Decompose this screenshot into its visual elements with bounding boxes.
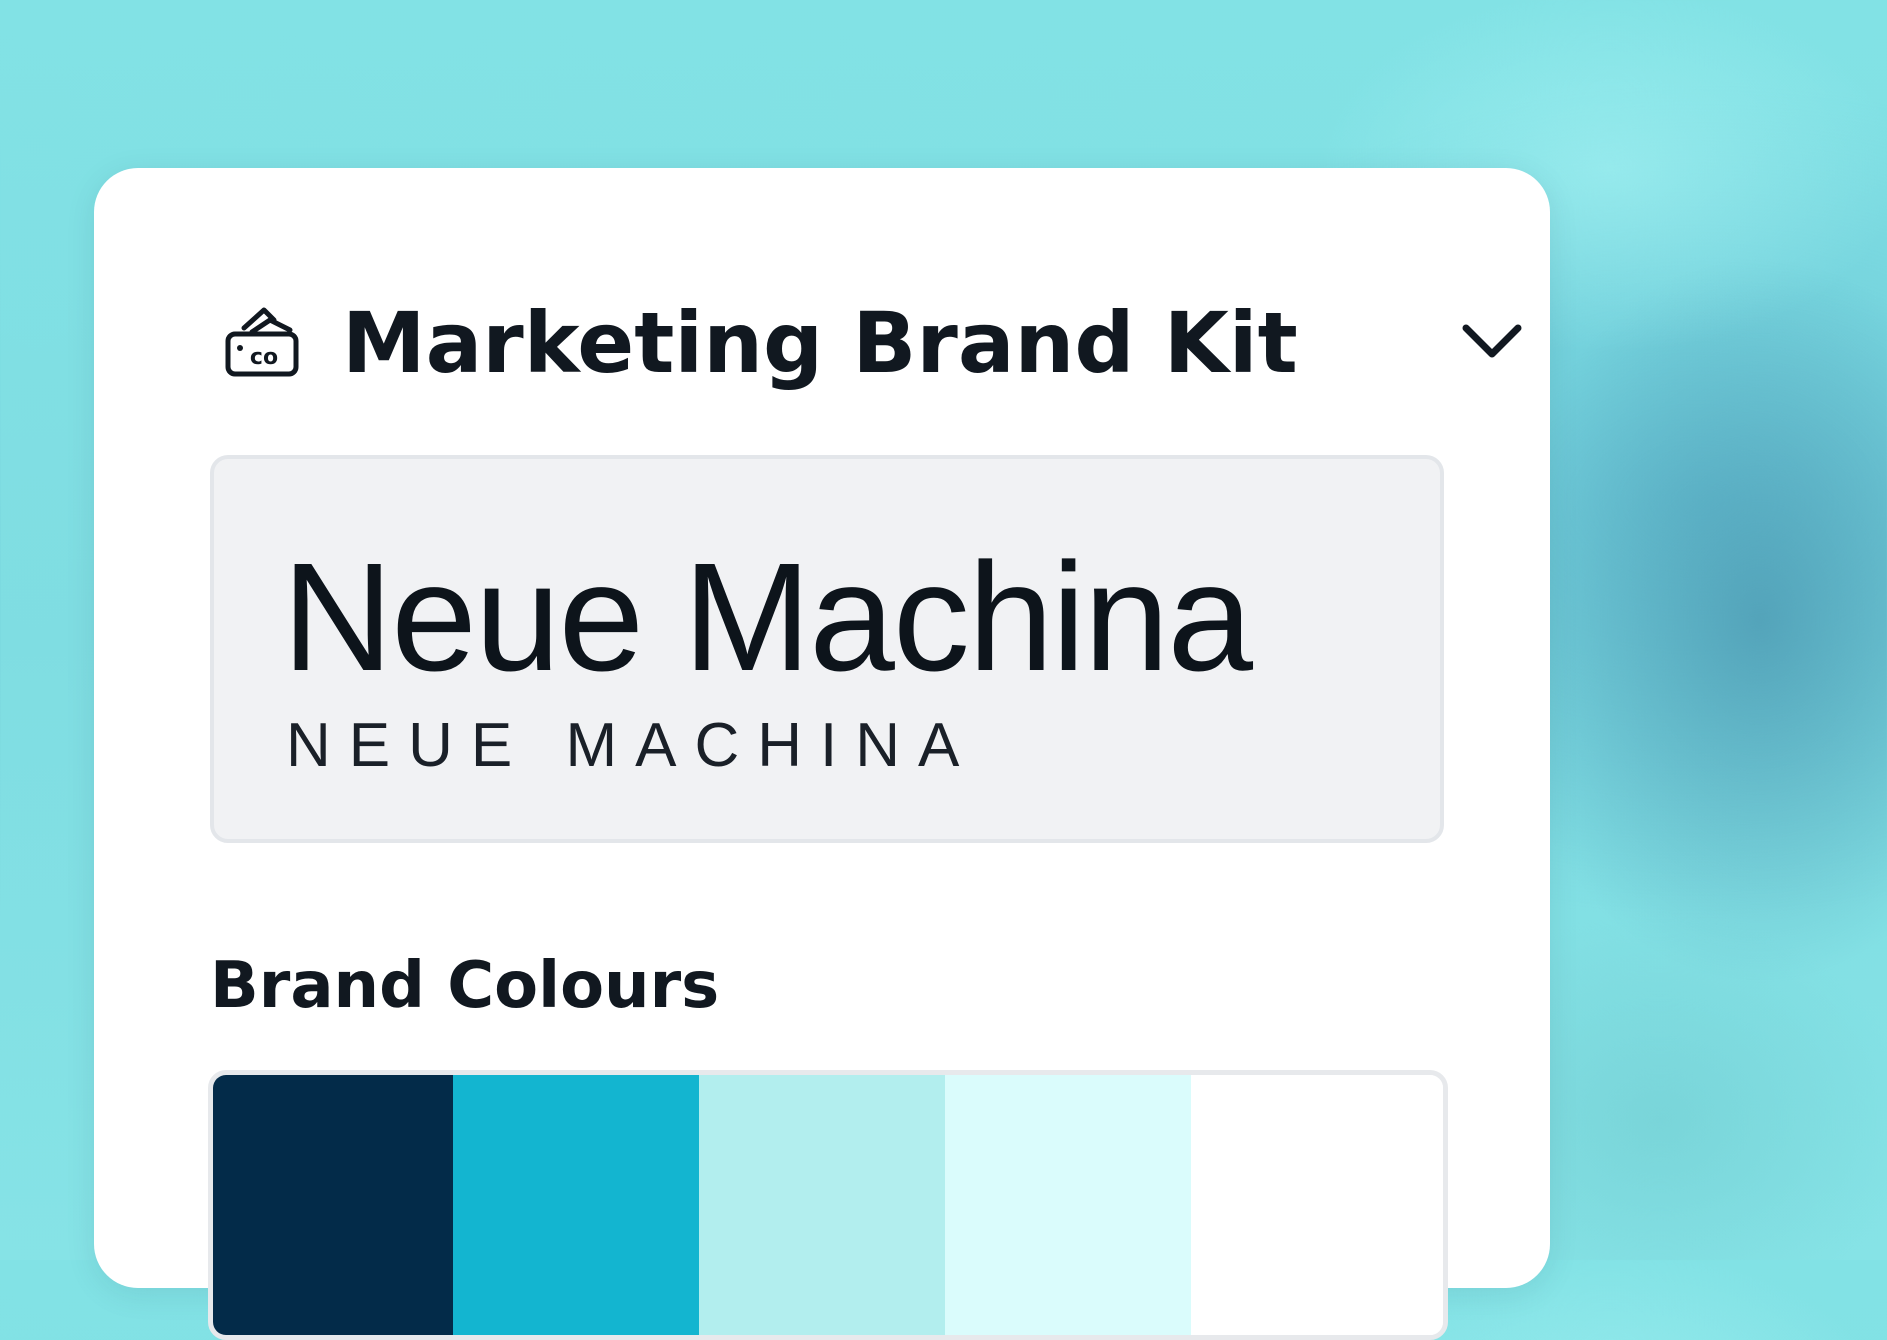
- brand-colour-palette: [208, 1070, 1448, 1340]
- font-name-preview: Neue Machina: [282, 531, 1253, 703]
- brand-kit-icon: co: [225, 307, 299, 377]
- chevron-down-icon[interactable]: [1452, 302, 1532, 382]
- brand-font-card[interactable]: Neue Machina NEUE MACHINA: [210, 455, 1444, 843]
- brand-kit-title: Marketing Brand Kit: [342, 294, 1298, 392]
- colour-swatch-5[interactable]: [1191, 1075, 1443, 1335]
- font-name-uppercase-preview: NEUE MACHINA: [286, 711, 978, 780]
- brand-kit-icon-text: co: [250, 345, 278, 370]
- colour-swatch-3[interactable]: [699, 1075, 945, 1335]
- brand-kit-panel: co Marketing Brand Kit Neue Machina NEUE…: [94, 168, 1550, 1340]
- brand-kit-header[interactable]: co Marketing Brand Kit: [224, 288, 1524, 398]
- colour-swatch-4[interactable]: [945, 1075, 1191, 1335]
- colour-swatch-1[interactable]: [213, 1075, 453, 1335]
- colour-swatch-2[interactable]: [453, 1075, 699, 1335]
- brand-colours-heading: Brand Colours: [210, 949, 720, 1023]
